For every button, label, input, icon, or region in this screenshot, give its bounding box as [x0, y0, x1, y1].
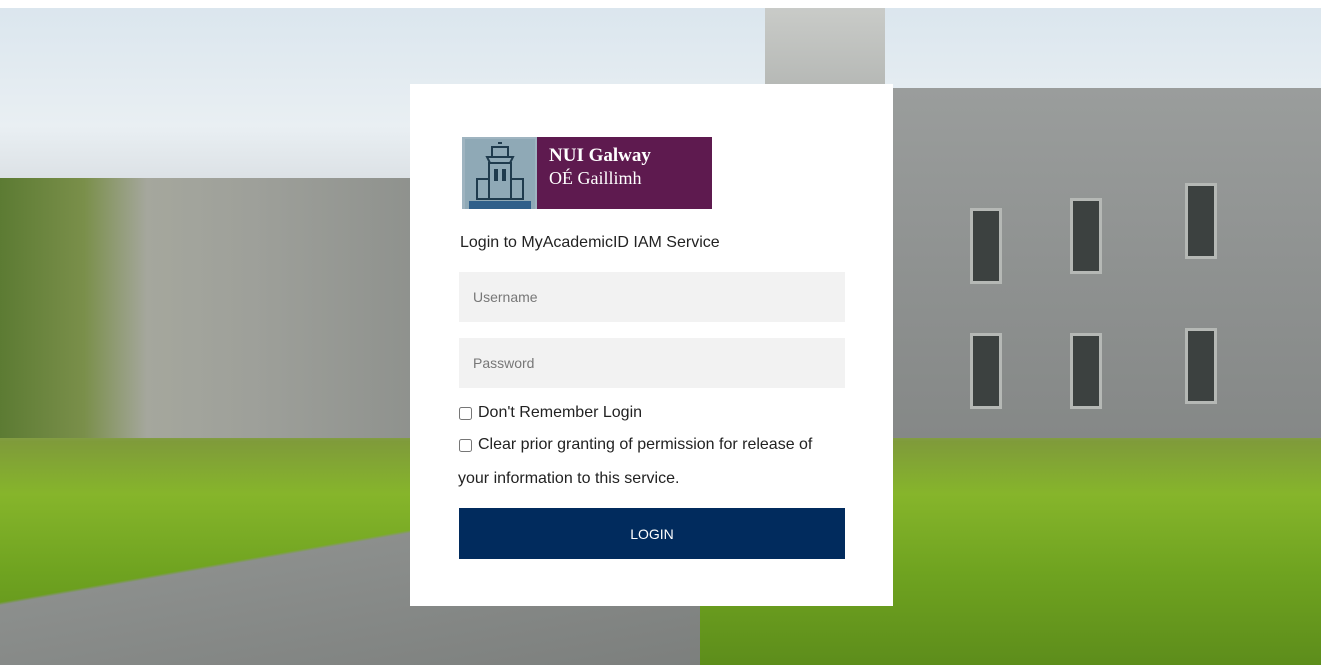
dont-remember-login-checkbox[interactable]	[459, 406, 472, 420]
logo-line-1: NUI Galway	[549, 145, 651, 166]
login-card: NUI Galway OÉ Gaillimh Login to MyAcadem…	[410, 84, 893, 606]
username-input[interactable]	[459, 272, 845, 322]
nui-galway-logo: NUI Galway OÉ Gaillimh	[462, 137, 712, 209]
clear-permission-option[interactable]: Clear prior granting of permission for r…	[459, 436, 812, 454]
background-building-left	[0, 178, 420, 438]
dont-remember-login-option[interactable]: Don't Remember Login	[459, 404, 642, 422]
logo-text: NUI Galway OÉ Gaillimh	[537, 137, 712, 209]
background-building-right	[880, 88, 1321, 438]
dont-remember-login-label: Don't Remember Login	[478, 404, 643, 421]
login-title: Login to MyAcademicID IAM Service	[460, 234, 720, 251]
clear-permission-label-continued: your information to this service.	[458, 470, 680, 487]
clear-permission-checkbox[interactable]	[459, 438, 472, 452]
university-tower-crest-icon	[462, 137, 537, 209]
logo-line-2: OÉ Gaillimh	[549, 168, 642, 188]
login-button[interactable]: LOGIN	[459, 508, 845, 559]
password-input[interactable]	[459, 338, 845, 388]
clear-permission-label: Clear prior granting of permission for r…	[478, 436, 813, 453]
